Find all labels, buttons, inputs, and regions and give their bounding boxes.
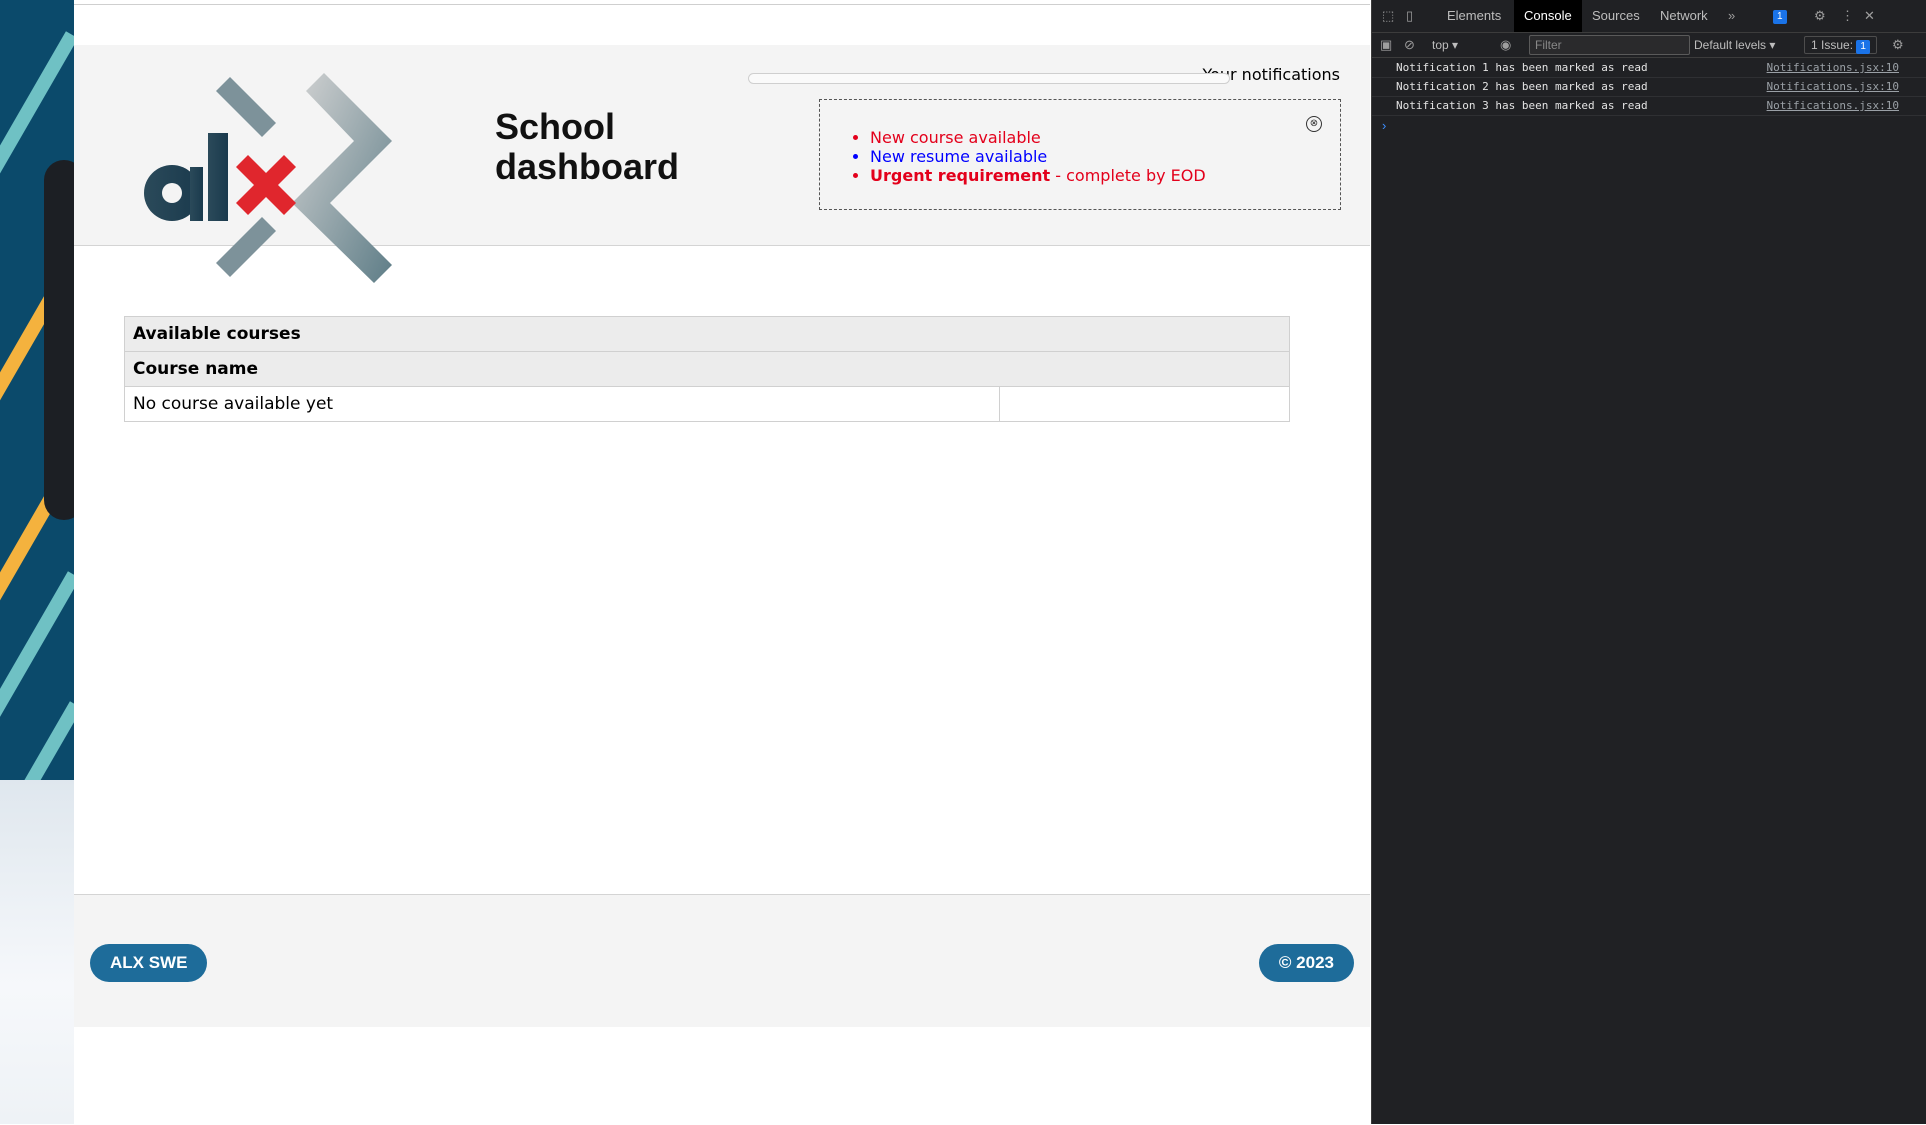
console-filter-input[interactable]: Filter <box>1529 35 1690 55</box>
context-selector[interactable]: top ▾ <box>1432 33 1458 57</box>
notifications-toggle-bar <box>748 73 1230 84</box>
table-row: Available courses <box>124 316 1290 352</box>
kebab-menu-icon[interactable]: ⋮ <box>1841 0 1854 32</box>
more-tabs-icon[interactable]: » <box>1728 0 1735 32</box>
tab-elements[interactable]: Elements <box>1437 0 1511 32</box>
notification-item[interactable]: Urgent requirement - complete by EOD <box>870 166 1340 185</box>
notification-item[interactable]: New course available <box>870 128 1340 147</box>
messages-badge[interactable]: 1 <box>1773 8 1787 24</box>
table-row: Course name <box>124 351 1290 387</box>
console-settings-icon[interactable]: ⚙ <box>1892 33 1904 57</box>
devtools-tabbar: ⬚ ▯ Elements Console Sources Network » 1… <box>1372 0 1926 33</box>
device-toolbar-icon[interactable]: ▯ <box>1406 0 1413 32</box>
notification-text: New resume available <box>870 147 1048 166</box>
console-message-text: Notification 1 has been marked as read <box>1396 61 1648 74</box>
footer-brand-badge[interactable]: ALX SWE <box>90 944 208 982</box>
table-header-title: Available courses <box>124 316 1290 352</box>
table-cell: No course available yet <box>124 386 1000 422</box>
notification-strong-text: Urgent requirement <box>870 166 1051 185</box>
console-message-text: Notification 2 has been marked as read <box>1396 80 1648 93</box>
app-viewport: School dashboard Your notifications ⊗ Ne… <box>74 4 1370 1125</box>
console-message-text: Notification 3 has been marked as read <box>1396 99 1648 112</box>
tab-sources[interactable]: Sources <box>1582 0 1650 32</box>
issues-label: 1 Issue: <box>1811 38 1854 52</box>
console-message: Notification 1 has been marked as read N… <box>1372 58 1926 78</box>
tab-network[interactable]: Network <box>1650 0 1718 32</box>
console-message: Notification 3 has been marked as read N… <box>1372 96 1926 116</box>
notification-text: New course available <box>870 128 1041 147</box>
tab-console[interactable]: Console <box>1514 0 1582 32</box>
close-devtools-icon[interactable]: ✕ <box>1864 0 1875 32</box>
wallpaper-silhouette <box>44 160 74 520</box>
eye-icon[interactable]: ◉ <box>1500 33 1511 57</box>
notification-item[interactable]: New resume available <box>870 147 1340 166</box>
issues-badge: 1 <box>1856 40 1870 54</box>
app-header: School dashboard Your notifications ⊗ Ne… <box>74 45 1370 283</box>
wallpaper-photo <box>0 780 74 1124</box>
copyright-badge: © 2023 <box>1258 944 1354 982</box>
app-footer: ALX SWE © 2023 <box>74 894 1370 1027</box>
console-prompt[interactable]: › <box>1382 118 1386 133</box>
table-cell <box>999 386 1290 422</box>
notifications-panel: ⊗ New course available New resume availa… <box>819 99 1341 210</box>
console-source-link[interactable]: Notifications.jsx:10 <box>1767 77 1899 96</box>
column-header: Course name <box>124 351 1290 387</box>
log-levels-selector[interactable]: Default levels ▾ <box>1694 33 1775 57</box>
desktop-wallpaper <box>0 0 74 1124</box>
console-toolbar: ▣ ⊘ top ▾ ◉ Filter Default levels ▾ 1 Is… <box>1372 33 1926 58</box>
gear-icon[interactable]: ⚙ <box>1814 0 1826 32</box>
course-list-table: Available courses Course name No course … <box>124 316 1290 422</box>
inspect-element-icon[interactable]: ⬚ <box>1382 0 1394 32</box>
close-icon[interactable]: ⊗ <box>1306 116 1322 132</box>
console-source-link[interactable]: Notifications.jsx:10 <box>1767 58 1899 77</box>
notification-text: - complete by EOD <box>1050 166 1206 185</box>
devtools-panel: ⬚ ▯ Elements Console Sources Network » 1… <box>1371 0 1926 1124</box>
console-message: Notification 2 has been marked as read N… <box>1372 77 1926 97</box>
messages-count: 1 <box>1773 10 1787 24</box>
table-row: No course available yet <box>124 386 1290 422</box>
notifications-list: New course available New resume availabl… <box>820 128 1340 185</box>
sidebar-toggle-icon[interactable]: ▣ <box>1380 33 1392 57</box>
issues-counter[interactable]: 1 Issue: 1 <box>1804 36 1877 54</box>
console-source-link[interactable]: Notifications.jsx:10 <box>1767 96 1899 115</box>
page-title: School dashboard <box>495 106 680 187</box>
clear-console-icon[interactable]: ⊘ <box>1404 33 1415 57</box>
alx-logo <box>144 73 392 283</box>
